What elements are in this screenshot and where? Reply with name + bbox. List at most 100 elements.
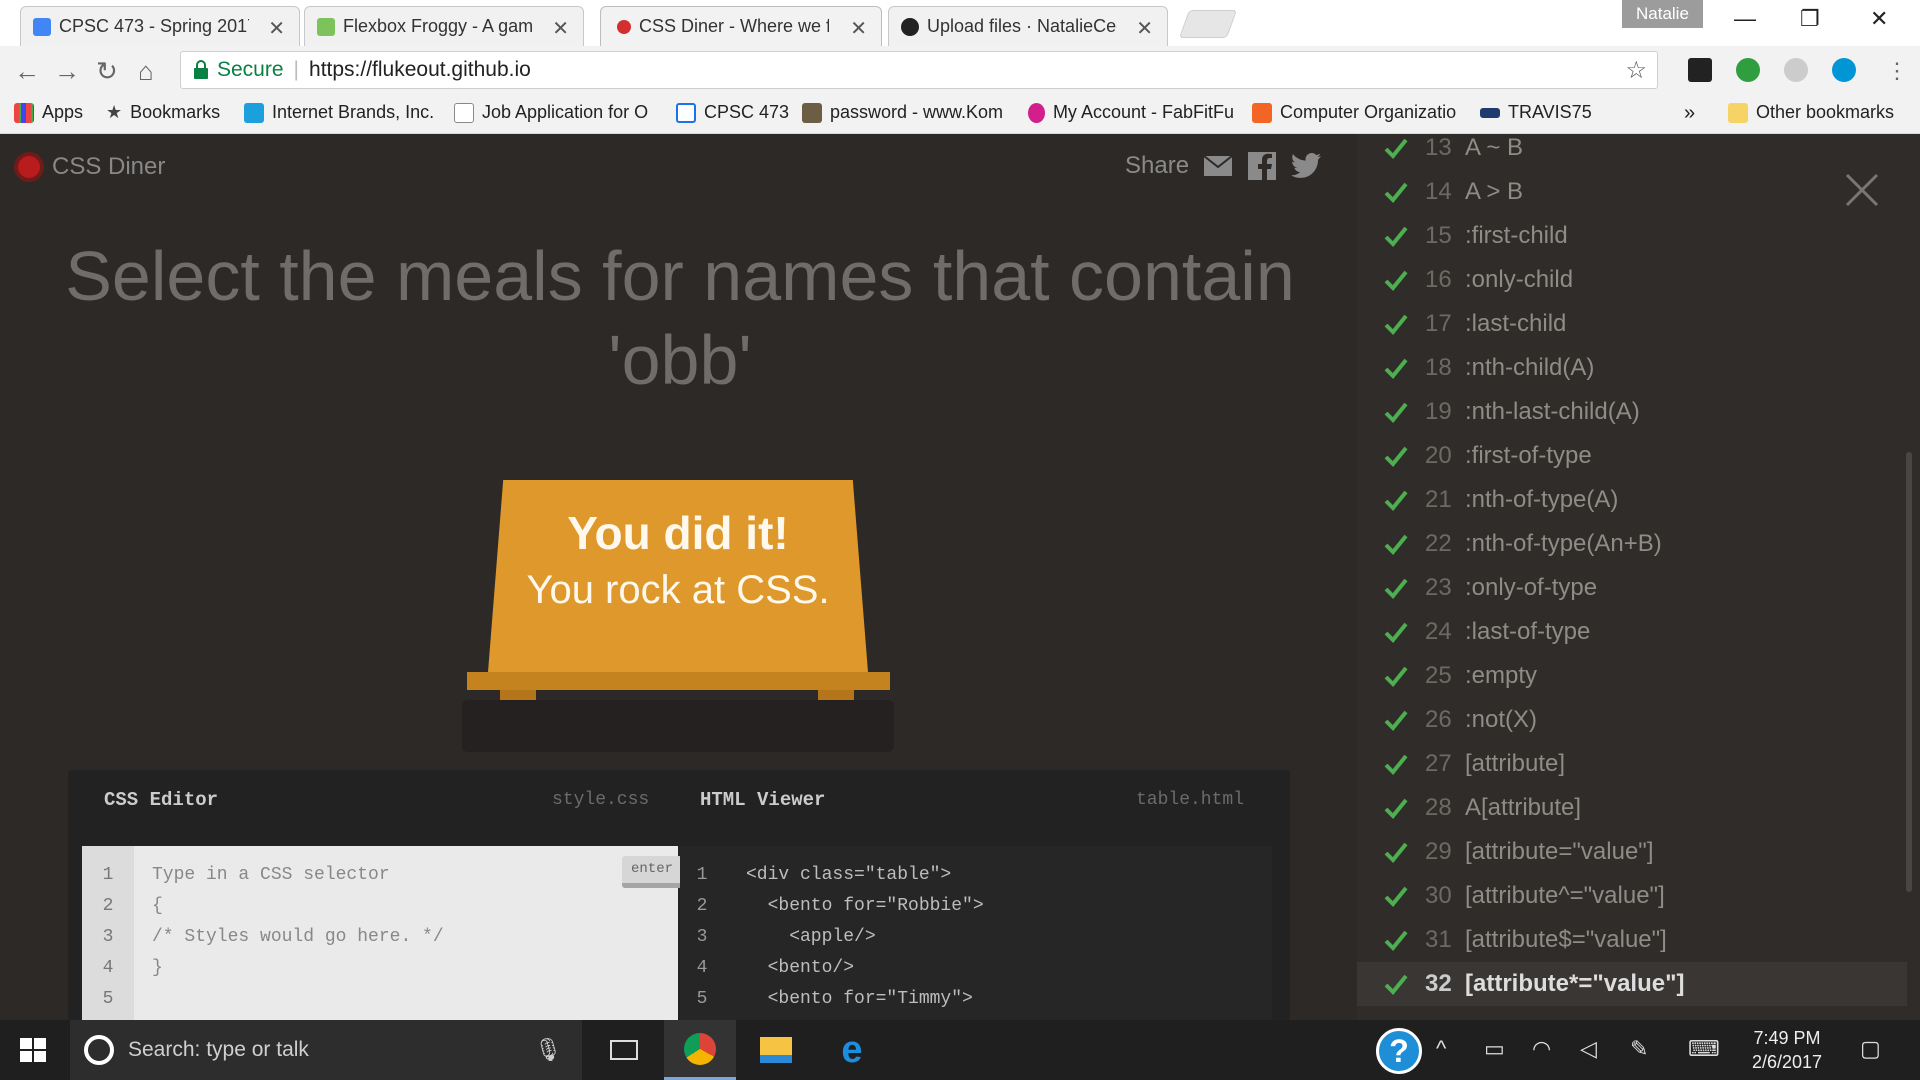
forward-icon[interactable]: →: [54, 56, 80, 87]
css-editor[interactable]: 1 2 3 4 5 Type in a CSS selector { /* St…: [82, 846, 682, 1020]
address-bar[interactable]: Secure | https://flukeout.github.io ☆: [180, 51, 1658, 89]
bookmark-bookmarks[interactable]: ★ Bookmarks: [106, 102, 220, 123]
level-item[interactable]: 28 A[attribute]: [1357, 786, 1907, 830]
line-number: 2: [696, 896, 708, 916]
checkmark-icon: [1384, 974, 1408, 995]
level-item[interactable]: 21:nth-of-type(A): [1357, 478, 1907, 522]
back-icon[interactable]: ←: [14, 56, 40, 87]
star-icon[interactable]: ☆: [1625, 56, 1647, 85]
bookmark-other[interactable]: Other bookmarks: [1728, 102, 1894, 123]
windows-start-icon[interactable]: [20, 1038, 46, 1062]
minimize-icon[interactable]: —: [1734, 6, 1756, 32]
keyboard-icon[interactable]: ⌨: [1688, 1036, 1720, 1062]
bookmark-label: Internet Brands, Inc.: [272, 102, 435, 122]
menu-icon[interactable]: ⋮: [1886, 58, 1908, 84]
level-number: 28: [1425, 794, 1452, 821]
bookmark-label: Other bookmarks: [1756, 102, 1895, 122]
tab-github-upload[interactable]: Upload files · NatalieCee ✕: [888, 6, 1168, 46]
extension-icon[interactable]: [1688, 58, 1712, 82]
tab-cpsc473[interactable]: CPSC 473 - Spring 2017 - ✕: [20, 6, 300, 46]
sidebar-scrollbar[interactable]: [1906, 452, 1912, 892]
cortana-icon[interactable]: [84, 1035, 114, 1065]
html-line[interactable]: <bento for="Robbie">: [746, 891, 984, 922]
help-icon[interactable]: ?: [1376, 1028, 1422, 1074]
level-item[interactable]: 16:only-child: [1357, 258, 1907, 302]
level-item[interactable]: 30 [attribute^="value"]: [1357, 874, 1907, 918]
task-view-icon[interactable]: [588, 1020, 660, 1080]
battery-icon[interactable]: ▭: [1484, 1036, 1505, 1062]
taskbar-search[interactable]: Search: type or talk 🎙: [70, 1020, 582, 1080]
level-item[interactable]: 15:first-child: [1357, 214, 1907, 258]
email-icon[interactable]: [1203, 152, 1233, 180]
edge-icon[interactable]: e: [816, 1020, 888, 1080]
home-icon[interactable]: ⌂: [138, 56, 154, 87]
twitter-icon[interactable]: [1291, 152, 1322, 180]
tab-flexbox-froggy[interactable]: Flexbox Froggy - A game ✕: [304, 6, 584, 46]
level-item[interactable]: 32 [attribute*="value"]: [1357, 962, 1907, 1006]
code-line: {: [152, 896, 163, 916]
hp-icon[interactable]: [1832, 58, 1856, 82]
level-number: 27: [1425, 750, 1452, 777]
pen-icon[interactable]: ✎: [1630, 1036, 1648, 1062]
html-line[interactable]: <bento for="Timmy">: [746, 984, 984, 1015]
reload-icon[interactable]: ↻: [96, 56, 118, 87]
search-extension-icon[interactable]: [1784, 58, 1808, 82]
level-item[interactable]: 19:nth-last-child(A): [1357, 390, 1907, 434]
html-line[interactable]: <bento/>: [746, 953, 984, 984]
bookmark-cpsc473[interactable]: CPSC 473: [676, 102, 789, 123]
window-close-icon[interactable]: ✕: [1870, 6, 1888, 32]
enter-button[interactable]: enter: [622, 856, 682, 888]
close-icon[interactable]: ✕: [552, 16, 569, 41]
notifications-icon[interactable]: ▢: [1860, 1036, 1881, 1062]
level-item[interactable]: 29 [attribute="value"]: [1357, 830, 1907, 874]
level-item[interactable]: 17:last-child: [1357, 302, 1907, 346]
html-line[interactable]: <apple/>: [746, 922, 984, 953]
file-explorer-icon[interactable]: [740, 1020, 812, 1080]
level-number: 29: [1425, 838, 1452, 865]
check-extension-icon[interactable]: [1736, 58, 1760, 82]
bookmark-apps[interactable]: Apps: [14, 102, 83, 123]
close-icon[interactable]: [1844, 172, 1880, 208]
level-item[interactable]: 26:not(X): [1357, 698, 1907, 742]
github-icon: [901, 18, 919, 36]
logo[interactable]: CSS Diner: [14, 152, 165, 182]
level-name: :not(X): [1465, 706, 1538, 733]
microphone-icon[interactable]: 🎙: [534, 1037, 562, 1063]
profile-name[interactable]: Natalie: [1622, 0, 1703, 28]
bookmark-fabfitfun[interactable]: My Account - FabFitFu: [1028, 102, 1234, 123]
bookmark-internet-brands[interactable]: Internet Brands, Inc.: [244, 102, 434, 123]
browser-toolbar: ← → ↻ ⌂ Secure | https://flukeout.github…: [0, 46, 1920, 94]
wifi-icon[interactable]: ◠: [1532, 1036, 1551, 1062]
css-selector-input[interactable]: Type in a CSS selector: [152, 860, 444, 891]
level-item[interactable]: 31 [attribute$="value"]: [1357, 918, 1907, 962]
image-icon: [802, 102, 822, 123]
facebook-icon[interactable]: [1247, 152, 1277, 180]
close-icon[interactable]: ✕: [268, 16, 285, 41]
html-line[interactable]: <div class="table">: [746, 860, 984, 891]
level-item[interactable]: 14 A > B: [1357, 170, 1907, 214]
level-item[interactable]: 22:nth-of-type(An+B): [1357, 522, 1907, 566]
level-item[interactable]: 24:last-of-type: [1357, 610, 1907, 654]
level-item[interactable]: 27 [attribute]: [1357, 742, 1907, 786]
clock[interactable]: 7:49 PM 2/6/2017: [1732, 1026, 1842, 1074]
new-tab-button[interactable]: [1178, 10, 1238, 38]
bookmark-travis75[interactable]: TRAVIS75: [1480, 102, 1592, 123]
volume-muted-icon[interactable]: ◁: [1580, 1036, 1597, 1062]
close-icon[interactable]: ✕: [1136, 16, 1153, 41]
bookmarks-overflow[interactable]: »: [1684, 102, 1695, 125]
bookmark-job-application[interactable]: Job Application for O: [454, 102, 654, 123]
level-item[interactable]: 23:only-of-type: [1357, 566, 1907, 610]
chrome-icon[interactable]: [664, 1020, 736, 1080]
tab-css-diner[interactable]: CSS Diner - Where we fe ✕: [600, 6, 882, 46]
restore-icon[interactable]: ❐: [1800, 6, 1820, 32]
close-icon[interactable]: ✕: [850, 16, 867, 41]
bookmark-computer-organization[interactable]: Computer Organizatio: [1252, 102, 1476, 123]
level-item[interactable]: 13 A ~ B: [1357, 134, 1907, 170]
url-text[interactable]: https://flukeout.github.io: [309, 58, 531, 82]
bookmark-password[interactable]: password - www.Kom: [802, 102, 1006, 123]
level-name: [attribute$="value"]: [1465, 926, 1667, 953]
level-item[interactable]: 18:nth-child(A): [1357, 346, 1907, 390]
chevron-up-icon[interactable]: ^: [1436, 1036, 1446, 1062]
level-item[interactable]: 20:first-of-type: [1357, 434, 1907, 478]
level-item[interactable]: 25:empty: [1357, 654, 1907, 698]
